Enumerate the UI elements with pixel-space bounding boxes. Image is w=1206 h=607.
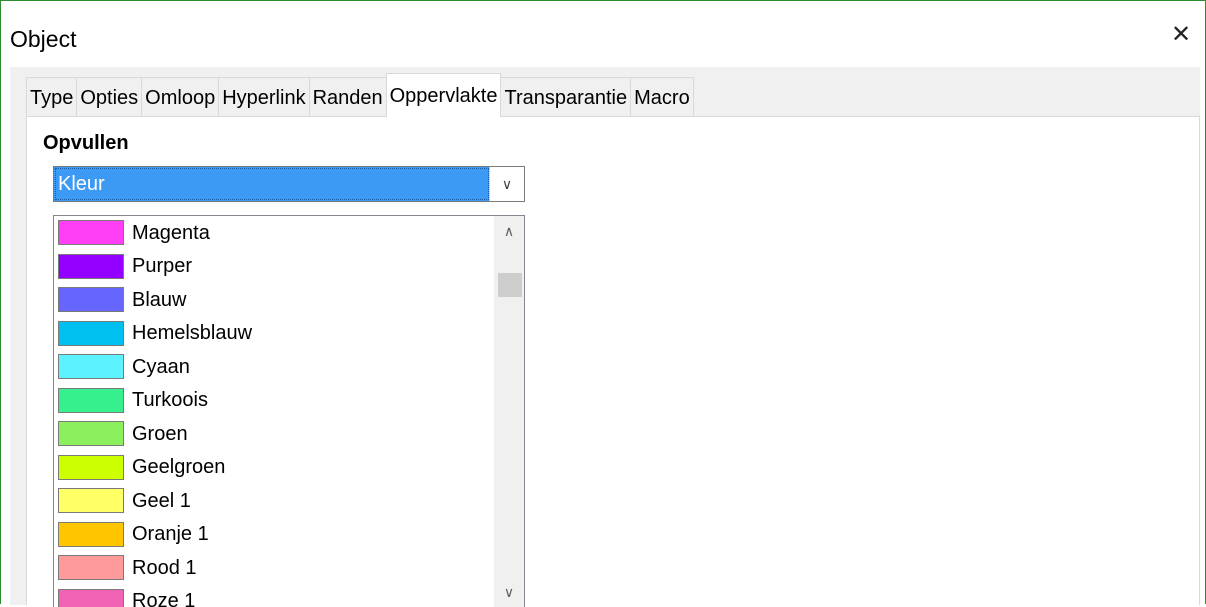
close-icon[interactable]: ✕: [1167, 21, 1195, 49]
color-name: Magenta: [132, 219, 210, 247]
color-name: Turkoois: [132, 386, 208, 414]
fill-section-label: Opvullen: [43, 129, 129, 157]
vertical-scrollbar[interactable]: ∧ ∨: [494, 216, 524, 607]
color-swatch: [58, 421, 124, 446]
color-name: Purper: [132, 252, 192, 280]
color-name: Groen: [132, 420, 188, 448]
color-list-item[interactable]: Oranje 1: [54, 518, 494, 552]
scrollbar-thumb[interactable]: [498, 273, 522, 297]
color-name: Blauw: [132, 286, 186, 314]
tab-hyperlink[interactable]: Hyperlink: [218, 77, 309, 117]
tab-omloop[interactable]: Omloop: [141, 77, 219, 117]
tab-transparantie[interactable]: Transparantie: [500, 77, 631, 117]
color-name: Geel 1: [132, 487, 191, 515]
dialog-body: TypeOptiesOmloopHyperlinkRandenOppervlak…: [10, 67, 1200, 605]
color-list-item[interactable]: Purper: [54, 250, 494, 284]
color-swatch: [58, 589, 124, 607]
color-name: Rood 1: [132, 554, 197, 582]
color-name: Roze 1: [132, 587, 195, 607]
tab-bar: TypeOptiesOmloopHyperlinkRandenOppervlak…: [26, 73, 693, 117]
fill-type-select[interactable]: Kleur ∨: [53, 166, 525, 202]
color-list-items: Magenta Purper Blauw Hemelsblauw Cyaan Turkoo…: [54, 216, 494, 607]
tab-oppervlakte[interactable]: Oppervlakte: [386, 73, 502, 117]
tab-opties[interactable]: Opties: [76, 77, 142, 117]
color-list-item[interactable]: Hemelsblauw: [54, 317, 494, 351]
color-name: Hemelsblauw: [132, 319, 252, 347]
color-list-item[interactable]: Geelgroen: [54, 451, 494, 485]
tab-randen[interactable]: Randen: [309, 77, 387, 117]
title-bar: Object ✕: [1, 1, 1205, 67]
color-swatch: [58, 488, 124, 513]
tab-panel-oppervlakte: Opvullen Kleur ∨ Magenta Purper Blauw Hemel…: [26, 116, 1200, 605]
color-name: Geelgroen: [132, 453, 225, 481]
fill-type-value: Kleur: [54, 167, 490, 201]
tab-macro[interactable]: Macro: [630, 77, 694, 117]
color-list-item[interactable]: Cyaan: [54, 350, 494, 384]
color-list-item[interactable]: Magenta: [54, 216, 494, 250]
object-dialog: Object ✕ TypeOptiesOmloopHyperlinkRanden…: [0, 0, 1206, 604]
color-swatch: [58, 287, 124, 312]
dialog-title: Object: [10, 25, 76, 53]
color-name: Oranje 1: [132, 520, 209, 548]
color-swatch: [58, 455, 124, 480]
color-list-item[interactable]: Turkoois: [54, 384, 494, 418]
color-swatch: [58, 555, 124, 580]
color-list-item[interactable]: Blauw: [54, 283, 494, 317]
chevron-down-icon[interactable]: ∨: [494, 577, 524, 607]
color-swatch: [58, 321, 124, 346]
color-swatch: [58, 354, 124, 379]
color-list-item[interactable]: Groen: [54, 417, 494, 451]
chevron-down-icon[interactable]: ∨: [489, 167, 524, 201]
color-swatch: [58, 522, 124, 547]
chevron-up-icon[interactable]: ∧: [494, 216, 524, 246]
tab-type[interactable]: Type: [26, 77, 77, 117]
color-swatch: [58, 220, 124, 245]
color-list[interactable]: Magenta Purper Blauw Hemelsblauw Cyaan Turkoo…: [53, 215, 525, 607]
color-name: Cyaan: [132, 353, 190, 381]
color-list-item[interactable]: Rood 1: [54, 551, 494, 585]
color-swatch: [58, 254, 124, 279]
color-list-item[interactable]: Geel 1: [54, 484, 494, 518]
color-swatch: [58, 388, 124, 413]
